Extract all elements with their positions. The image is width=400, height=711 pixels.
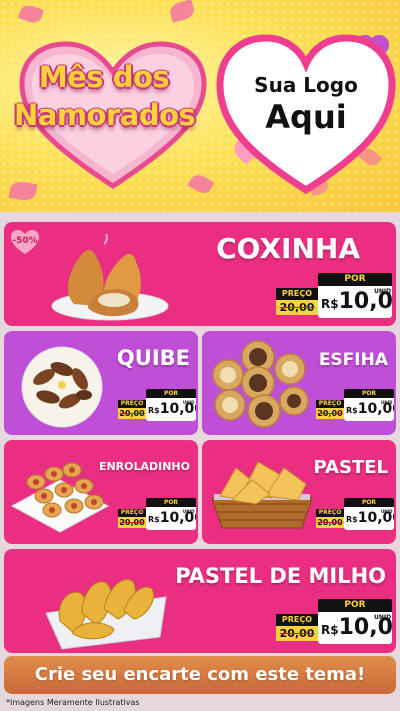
product-name: PASTEL bbox=[313, 457, 388, 478]
preco-label: PREÇO bbox=[276, 288, 318, 300]
por-label: POR bbox=[146, 498, 196, 507]
price-tag: POR PREÇO 20,00 R$10,00 UNID bbox=[118, 498, 196, 532]
quibe-image bbox=[21, 346, 103, 428]
product-card-esfiha[interactable]: ESFIHA POR PREÇO 20,00 R$10,00 UNID bbox=[202, 331, 396, 435]
product-card-coxinha[interactable]: COXINHA POR PREÇO 20,00 R$10,00 UNID bbox=[4, 222, 396, 326]
old-price: 20,00 bbox=[316, 408, 344, 419]
preco-label: PREÇO bbox=[118, 509, 146, 517]
old-price: 20,00 bbox=[118, 408, 146, 419]
create-flyer-button[interactable]: Crie seu encarte com este tema! bbox=[4, 656, 396, 694]
product-name: COXINHA bbox=[216, 232, 360, 265]
old-price: 20,00 bbox=[276, 626, 318, 641]
price-tag: POR PREÇO 20,00 R$10,00 UNID bbox=[276, 273, 392, 321]
old-price: 20,00 bbox=[316, 517, 344, 528]
price-tag: POR PREÇO 20,00 R$10,00 UNID bbox=[316, 498, 394, 532]
event-title: Mês dos Namorados bbox=[14, 58, 196, 134]
header-banner: Mês dos Namorados Sua Logo Aqui bbox=[0, 0, 400, 212]
title-line-1: Mês dos bbox=[38, 60, 170, 94]
preco-label: PREÇO bbox=[316, 400, 344, 408]
product-card-enroladinho[interactable]: ENROLADINHO POR PREÇO 20,00 R$10,00 UNID bbox=[4, 440, 198, 544]
product-card-pastel-de-milho[interactable]: PASTEL DE MILHO POR PREÇO 20,00 R$10,00 … bbox=[4, 549, 396, 653]
currency-symbol: R$ bbox=[321, 623, 339, 637]
unit-label: UNID bbox=[183, 509, 195, 514]
product-card-pastel[interactable]: PASTEL POR PREÇO 20,00 R$10,00 UNID bbox=[202, 440, 396, 544]
unit-label: UNID bbox=[381, 400, 393, 405]
currency-symbol: R$ bbox=[346, 406, 358, 415]
preco-label: PREÇO bbox=[118, 400, 146, 408]
logo-line-2: Aqui bbox=[265, 98, 347, 136]
discount-badge: -50% bbox=[12, 236, 38, 246]
product-card-quibe[interactable]: QUIBE POR PREÇO 20,00 R$10,00 UNID bbox=[4, 331, 198, 435]
currency-symbol: R$ bbox=[148, 515, 160, 524]
price-tag: POR PREÇO 20,00 R$10,00 UNID bbox=[316, 389, 394, 423]
por-label: POR bbox=[344, 498, 394, 507]
unit-label: UNID bbox=[183, 400, 195, 405]
currency-symbol: R$ bbox=[346, 515, 358, 524]
preco-label: PREÇO bbox=[276, 614, 318, 626]
por-label: POR bbox=[344, 389, 394, 398]
old-price: 20,00 bbox=[118, 517, 146, 528]
por-label: POR bbox=[146, 389, 196, 398]
product-name: ESFIHA bbox=[318, 350, 388, 370]
enroladinho-image bbox=[10, 462, 110, 533]
unit-label: UNID bbox=[374, 288, 392, 295]
unit-label: UNID bbox=[374, 614, 392, 621]
por-label: POR bbox=[318, 599, 392, 612]
old-price: 20,00 bbox=[276, 300, 318, 315]
logo-placeholder: Sua Logo Aqui bbox=[226, 72, 386, 136]
disclaimer-text: *Imagens Meramente Ilustrativas bbox=[6, 698, 140, 707]
pastel-de-milho-image bbox=[45, 579, 167, 650]
unit-label: UNID bbox=[381, 509, 393, 514]
currency-symbol: R$ bbox=[321, 297, 339, 311]
esfiha-image bbox=[212, 340, 309, 428]
currency-symbol: R$ bbox=[148, 406, 160, 415]
price-tag: POR PREÇO 20,00 R$10,00 UNID bbox=[118, 389, 196, 423]
price-tag: POR PREÇO 20,00 R$10,00 UNID bbox=[276, 599, 392, 647]
por-label: POR bbox=[318, 273, 392, 286]
product-name: QUIBE bbox=[116, 346, 190, 370]
product-name: PASTEL DE MILHO bbox=[175, 564, 386, 588]
title-line-2: Namorados bbox=[14, 98, 196, 132]
logo-line-1: Sua Logo bbox=[254, 73, 358, 97]
coxinha-image bbox=[51, 234, 169, 321]
preco-label: PREÇO bbox=[316, 509, 344, 517]
product-name: ENROLADINHO bbox=[98, 460, 190, 473]
pastel-image bbox=[211, 461, 313, 529]
